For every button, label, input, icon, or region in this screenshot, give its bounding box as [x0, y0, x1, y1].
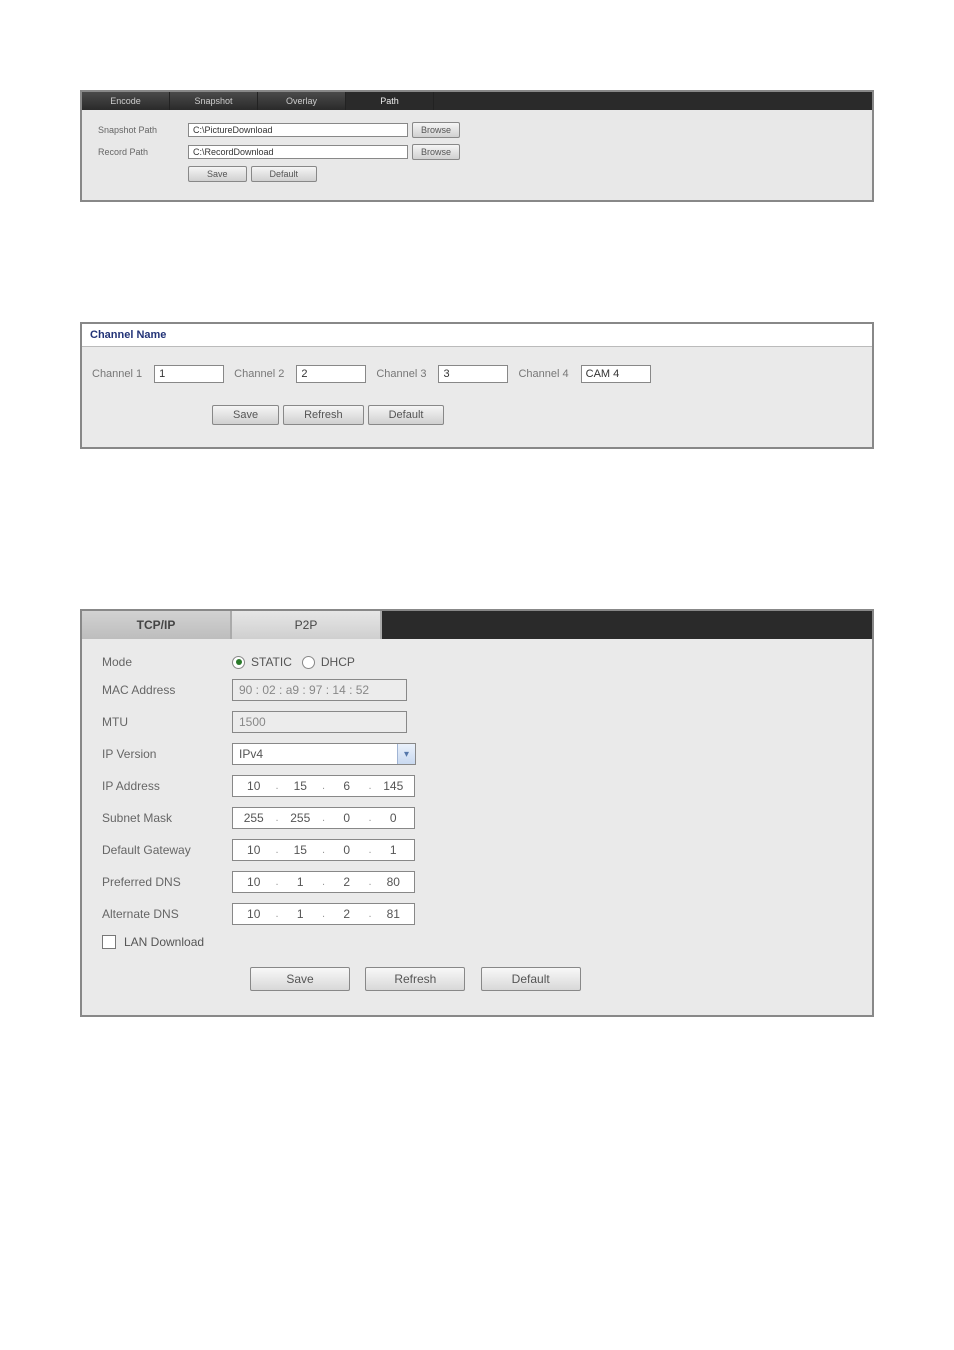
channel-name-header: Channel Name: [82, 324, 872, 347]
default-button[interactable]: Default: [251, 166, 318, 182]
ipversion-row: IP Version IPv4 ▾: [102, 743, 852, 765]
save-button[interactable]: Save: [188, 166, 247, 182]
channel-name-panel: Channel Name Channel 1 Channel 2 Channel…: [80, 322, 874, 449]
mac-input: 90 : 02 : a9 : 97 : 14 : 52: [232, 679, 407, 701]
path-tabs: Encode Snapshot Overlay Path: [82, 92, 872, 110]
chevron-down-icon: ▾: [397, 744, 415, 764]
subnet-label: Subnet Mask: [102, 811, 232, 825]
subnet-input[interactable]: 255. 255. 0. 0: [232, 807, 415, 829]
lan-download-label: LAN Download: [124, 935, 204, 949]
channel2-input[interactable]: [296, 365, 366, 383]
ipaddress-input[interactable]: 10. 15. 6. 145: [232, 775, 415, 797]
channel2-label: Channel 2: [234, 368, 284, 380]
mac-label: MAC Address: [102, 683, 232, 697]
snapshot-path-input[interactable]: [188, 123, 408, 137]
record-path-input[interactable]: [188, 145, 408, 159]
subnet-row: Subnet Mask 255. 255. 0. 0: [102, 807, 852, 829]
network-tabs: TCP/IP P2P: [82, 611, 872, 639]
tcpip-button-row: Save Refresh Default: [102, 967, 852, 991]
channel3-label: Channel 3: [376, 368, 426, 380]
ipaddress-row: IP Address 10. 15. 6. 145: [102, 775, 852, 797]
tab-overlay[interactable]: Overlay: [258, 92, 346, 110]
tabs-spacer: [434, 92, 872, 110]
path-content: Snapshot Path Browse Record Path Browse …: [82, 110, 872, 200]
prefdns-label: Preferred DNS: [102, 875, 232, 889]
gateway-row: Default Gateway 10. 15. 0. 1: [102, 839, 852, 861]
ipaddress-label: IP Address: [102, 779, 232, 793]
tcpip-body: Mode STATIC DHCP MAC Address 90 : 02 : a…: [82, 639, 872, 1015]
default-button[interactable]: Default: [368, 405, 445, 425]
channel1-input[interactable]: [154, 365, 224, 383]
altdns-input[interactable]: 10. 1. 2. 81: [232, 903, 415, 925]
altdns-label: Alternate DNS: [102, 907, 232, 921]
tcpip-panel: TCP/IP P2P Mode STATIC DHCP MAC Address …: [80, 609, 874, 1017]
default-button[interactable]: Default: [481, 967, 581, 991]
channel-body: Channel 1 Channel 2 Channel 3 Channel 4 …: [82, 347, 872, 447]
mtu-label: MTU: [102, 715, 232, 729]
snapshot-path-row: Snapshot Path Browse: [98, 122, 856, 138]
tab-tcpip[interactable]: TCP/IP: [82, 611, 232, 639]
lan-download-checkbox[interactable]: [102, 935, 116, 949]
ipversion-label: IP Version: [102, 747, 232, 761]
prefdns-row: Preferred DNS 10. 1. 2. 80: [102, 871, 852, 893]
radio-dhcp[interactable]: [302, 656, 315, 669]
channel4-label: Channel 4: [518, 368, 568, 380]
channel4-input[interactable]: [581, 365, 651, 383]
mtu-input: 1500: [232, 711, 407, 733]
static-label: STATIC: [251, 655, 292, 669]
record-path-row: Record Path Browse: [98, 144, 856, 160]
mode-radio-group: STATIC DHCP: [232, 655, 355, 669]
save-button[interactable]: Save: [250, 967, 350, 991]
ipversion-select[interactable]: IPv4 ▾: [232, 743, 416, 765]
tab-p2p[interactable]: P2P: [232, 611, 382, 639]
mtu-row: MTU 1500: [102, 711, 852, 733]
mode-label: Mode: [102, 655, 232, 669]
altdns-row: Alternate DNS 10. 1. 2. 81: [102, 903, 852, 925]
channel1-label: Channel 1: [92, 368, 142, 380]
channel-row: Channel 1 Channel 2 Channel 3 Channel 4: [92, 365, 862, 383]
refresh-button[interactable]: Refresh: [365, 967, 465, 991]
mode-row: Mode STATIC DHCP: [102, 655, 852, 669]
save-button[interactable]: Save: [212, 405, 279, 425]
gateway-input[interactable]: 10. 15. 0. 1: [232, 839, 415, 861]
tabs3-spacer: [382, 611, 872, 639]
refresh-button[interactable]: Refresh: [283, 405, 364, 425]
lan-download-row: LAN Download: [102, 935, 852, 949]
browse-snapshot-button[interactable]: Browse: [412, 122, 460, 138]
radio-static[interactable]: [232, 656, 245, 669]
dhcp-label: DHCP: [321, 655, 355, 669]
channel-button-row: Save Refresh Default: [92, 405, 862, 425]
tab-path[interactable]: Path: [346, 92, 434, 110]
snapshot-path-label: Snapshot Path: [98, 125, 188, 135]
tab-encode[interactable]: Encode: [82, 92, 170, 110]
prefdns-input[interactable]: 10. 1. 2. 80: [232, 871, 415, 893]
channel3-input[interactable]: [438, 365, 508, 383]
gateway-label: Default Gateway: [102, 843, 232, 857]
ipversion-value: IPv4: [233, 747, 397, 761]
mac-row: MAC Address 90 : 02 : a9 : 97 : 14 : 52: [102, 679, 852, 701]
tab-snapshot[interactable]: Snapshot: [170, 92, 258, 110]
browse-record-button[interactable]: Browse: [412, 144, 460, 160]
path-settings-panel: Encode Snapshot Overlay Path Snapshot Pa…: [80, 90, 874, 202]
record-path-label: Record Path: [98, 147, 188, 157]
